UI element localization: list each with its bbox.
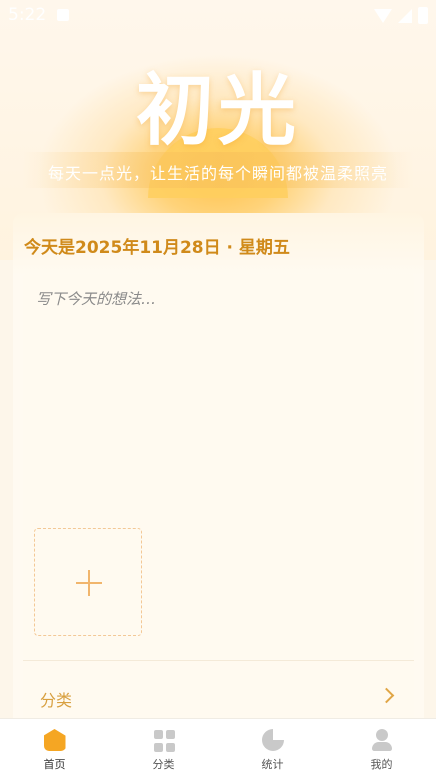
- tab-label: 分类: [152, 758, 175, 771]
- status-bar: 5:22: [0, 0, 436, 30]
- tab-label: 首页: [43, 758, 66, 771]
- user-icon: [371, 729, 393, 751]
- add-image-button[interactable]: [34, 528, 142, 636]
- chevron-right-icon: [378, 687, 395, 704]
- category-grid-icon: [153, 729, 177, 753]
- tab-profile[interactable]: 我的: [327, 719, 436, 777]
- notification-app-icon: [57, 9, 69, 21]
- tab-category[interactable]: 分类: [109, 719, 218, 777]
- pie-chart-icon: [261, 729, 284, 751]
- battery-icon: [418, 7, 428, 24]
- category-label: 分类: [40, 691, 73, 710]
- bottom-tab-bar: 首页 分类 统计 我的: [0, 718, 436, 777]
- status-time: 5:22: [8, 5, 47, 25]
- category-selector[interactable]: 分类: [23, 660, 414, 721]
- plus-icon-stroke: [88, 570, 90, 596]
- app-brand-title: 初光: [135, 65, 300, 156]
- signal-icon: [398, 8, 412, 23]
- status-icons: [374, 7, 428, 24]
- wifi-icon: [374, 8, 392, 23]
- thought-placeholder[interactable]: 写下今天的想法…: [36, 288, 156, 309]
- tab-label: 我的: [370, 758, 393, 771]
- tab-label: 统计: [261, 758, 284, 771]
- date-title: 今天是2025年11月28日 · 星期五: [24, 238, 290, 258]
- slogan-text: 每天一点光，让生活的每个瞬间都被温柔照亮: [47, 164, 388, 183]
- tab-home[interactable]: 首页: [0, 719, 109, 777]
- tab-statistics[interactable]: 统计: [218, 719, 327, 777]
- home-icon: [43, 729, 66, 751]
